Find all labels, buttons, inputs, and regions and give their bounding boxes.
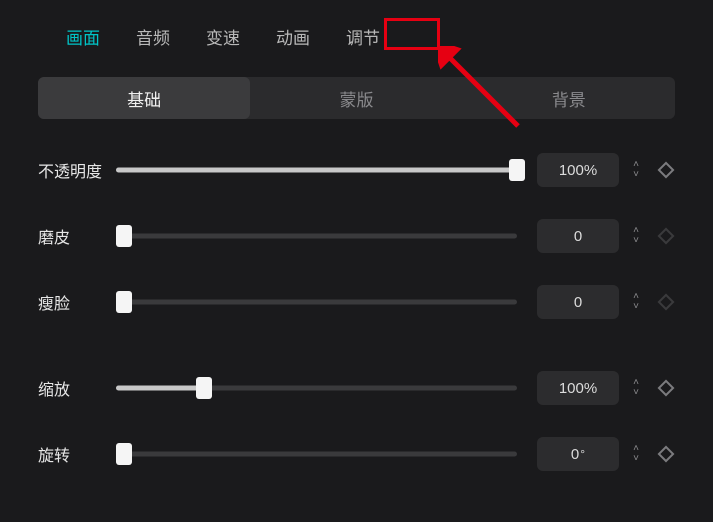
value-scale[interactable]: 100% xyxy=(537,371,619,405)
tab-animation[interactable]: 动画 xyxy=(276,24,310,49)
chevron-up-icon[interactable]: ˄ xyxy=(625,293,647,301)
subtab-background[interactable]: 背景 xyxy=(463,77,675,119)
keyframe-face[interactable] xyxy=(657,293,675,311)
subtab-mask[interactable]: 蒙版 xyxy=(250,77,462,119)
value-face[interactable]: 0 xyxy=(537,285,619,319)
chevron-up-icon[interactable]: ˄ xyxy=(625,379,647,387)
chevron-up-icon[interactable]: ˄ xyxy=(625,161,647,169)
chevron-up-icon[interactable]: ˄ xyxy=(625,445,647,453)
chevron-down-icon[interactable]: ˅ xyxy=(625,455,647,463)
row-smooth: 磨皮 0 ˄˅ xyxy=(38,219,675,253)
value-rotate[interactable]: 0° xyxy=(537,437,619,471)
chevron-down-icon[interactable]: ˅ xyxy=(625,303,647,311)
slider-rotate[interactable] xyxy=(116,446,517,462)
tab-adjust[interactable]: 调节 xyxy=(346,24,380,49)
slider-face[interactable] xyxy=(116,294,517,310)
chevron-down-icon[interactable]: ˅ xyxy=(625,237,647,245)
stepper-opacity[interactable]: ˄˅ xyxy=(625,153,647,187)
tab-audio[interactable]: 音频 xyxy=(136,24,170,49)
slider-smooth[interactable] xyxy=(116,228,517,244)
chevron-down-icon[interactable]: ˅ xyxy=(625,389,647,397)
label-rotate: 旋转 xyxy=(38,442,116,466)
tab-picture[interactable]: 画面 xyxy=(66,24,100,49)
keyframe-opacity[interactable] xyxy=(657,161,675,179)
row-scale: 缩放 100% ˄˅ xyxy=(38,371,675,405)
label-scale: 缩放 xyxy=(38,376,116,400)
stepper-face[interactable]: ˄˅ xyxy=(625,285,647,319)
stepper-scale[interactable]: ˄˅ xyxy=(625,371,647,405)
row-rotate: 旋转 0° ˄˅ xyxy=(38,437,675,471)
row-opacity: 不透明度 100% ˄˅ xyxy=(38,153,675,187)
label-smooth: 磨皮 xyxy=(38,224,116,248)
subtab-basic[interactable]: 基础 xyxy=(38,77,250,119)
row-face: 瘦脸 0 ˄˅ xyxy=(38,285,675,319)
stepper-rotate[interactable]: ˄˅ xyxy=(625,437,647,471)
top-tab-bar: 画面 音频 变速 动画 调节 xyxy=(0,0,713,71)
properties-panel: 不透明度 100% ˄˅ 磨皮 0 ˄˅ 瘦脸 xyxy=(0,153,713,471)
sub-tab-bar: 基础 蒙版 背景 xyxy=(38,77,675,119)
label-face: 瘦脸 xyxy=(38,290,116,314)
keyframe-smooth[interactable] xyxy=(657,227,675,245)
chevron-up-icon[interactable]: ˄ xyxy=(625,227,647,235)
value-opacity[interactable]: 100% xyxy=(537,153,619,187)
value-smooth[interactable]: 0 xyxy=(537,219,619,253)
label-opacity: 不透明度 xyxy=(38,158,116,182)
stepper-smooth[interactable]: ˄˅ xyxy=(625,219,647,253)
slider-opacity[interactable] xyxy=(116,162,517,178)
tab-speed[interactable]: 变速 xyxy=(206,24,240,49)
keyframe-rotate[interactable] xyxy=(657,445,675,463)
slider-scale[interactable] xyxy=(116,380,517,396)
keyframe-scale[interactable] xyxy=(657,379,675,397)
chevron-down-icon[interactable]: ˅ xyxy=(625,171,647,179)
